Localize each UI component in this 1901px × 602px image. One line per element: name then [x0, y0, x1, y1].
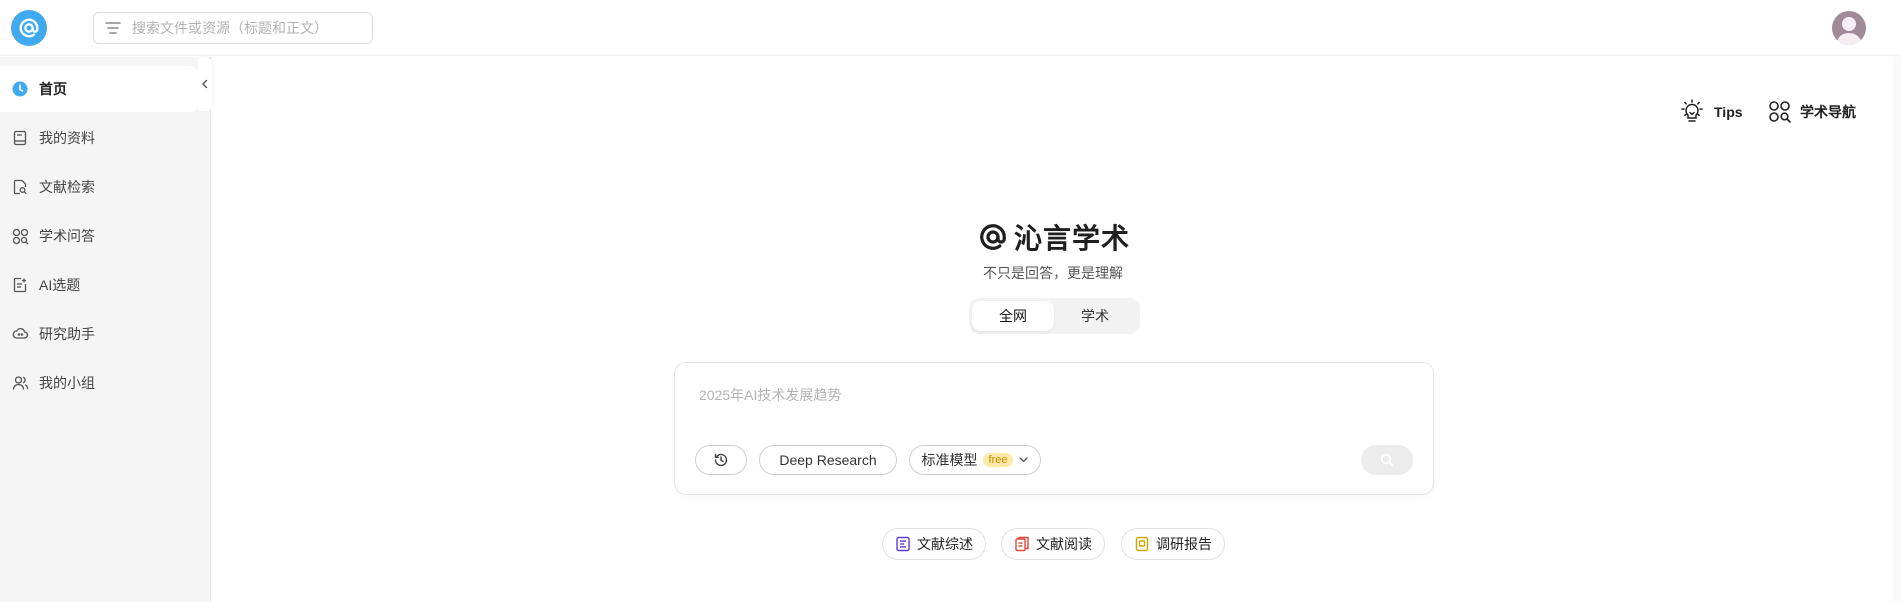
history-button[interactable] — [695, 445, 747, 475]
grid-search-icon — [1768, 100, 1792, 124]
top-bar — [0, 0, 1901, 56]
sidebar-item-label: 我的资料 — [39, 130, 95, 146]
search-input[interactable] — [132, 20, 362, 36]
sidebar-item-research-assistant[interactable]: 研究助手 — [0, 311, 198, 357]
quick-action-label: 文献综述 — [917, 536, 973, 552]
chevron-down-icon — [1019, 457, 1029, 463]
tips-label: Tips — [1714, 104, 1743, 120]
book-icon — [11, 129, 29, 147]
chevron-left-icon — [202, 79, 208, 89]
sidebar-item-label: 首页 — [39, 81, 67, 97]
sidebar-item-literature-search[interactable]: 文献检索 — [0, 164, 198, 210]
tab-web[interactable]: 全网 — [972, 301, 1054, 331]
at-logo-icon — [980, 224, 1006, 250]
quick-action-label: 调研报告 — [1156, 536, 1212, 552]
academic-nav-label: 学术导航 — [1800, 104, 1856, 120]
literature-reading-button[interactable]: 文献阅读 — [1001, 528, 1105, 560]
sidebar-item-my-materials[interactable]: 我的资料 — [0, 115, 198, 161]
home-clock-icon — [11, 80, 29, 98]
tab-academic[interactable]: 学术 — [1054, 301, 1136, 331]
quick-action-label: 文献阅读 — [1036, 536, 1092, 552]
model-label: 标准模型 — [921, 452, 978, 468]
report-icon — [1134, 536, 1150, 552]
academic-nav-button[interactable]: 学术导航 — [1768, 99, 1856, 125]
search-scope-switch: 全网 学术 — [969, 298, 1140, 334]
doc-search-icon — [11, 178, 29, 196]
page-scrollbar[interactable] — [1893, 57, 1901, 602]
free-badge: free — [982, 453, 1014, 467]
tips-button[interactable]: Tips — [1678, 99, 1743, 125]
brand-name: 沁言学术 — [1014, 223, 1131, 254]
deep-research-button[interactable]: Deep Research — [759, 445, 897, 475]
at-logo-icon — [19, 18, 39, 38]
review-icon — [895, 536, 911, 552]
literature-review-button[interactable]: 文献综述 — [882, 528, 986, 560]
query-input[interactable] — [699, 385, 1399, 415]
sidebar-collapse-button[interactable] — [198, 57, 212, 111]
sidebar-item-label: 学术问答 — [39, 228, 95, 244]
sidebar-item-label: 研究助手 — [39, 326, 95, 342]
sidebar: 首页 我的资料 文献检索 学术问答 AI选题 研究助手 我的小组 — [0, 57, 211, 602]
global-search[interactable] — [93, 12, 373, 44]
research-report-button[interactable]: 调研报告 — [1121, 528, 1225, 560]
sidebar-item-academic-qa[interactable]: 学术问答 — [0, 213, 198, 259]
sidebar-item-label: 我的小组 — [39, 375, 95, 391]
app-logo[interactable] — [11, 10, 47, 46]
grid-search-icon — [11, 227, 29, 245]
model-select[interactable]: 标准模型 free — [909, 445, 1041, 475]
user-avatar[interactable] — [1832, 11, 1866, 45]
filter-icon[interactable] — [104, 19, 122, 37]
sidebar-item-my-group[interactable]: 我的小组 — [0, 360, 198, 406]
slogan: 不只是回答，更是理解 — [983, 265, 1123, 281]
query-card: Deep Research 标准模型 free — [674, 362, 1434, 495]
sidebar-item-label: 文献检索 — [39, 179, 95, 195]
reading-icon — [1014, 536, 1030, 552]
sidebar-item-label: AI选题 — [39, 277, 81, 293]
lightbulb-icon — [1678, 98, 1706, 126]
sidebar-item-home[interactable]: 首页 — [0, 66, 198, 112]
group-icon — [11, 374, 29, 392]
doc-edit-icon — [11, 276, 29, 294]
history-icon — [714, 453, 728, 467]
cloud-icon — [11, 325, 29, 343]
avatar-icon — [1836, 17, 1862, 45]
brand: 沁言学术 — [978, 217, 1130, 257]
search-icon — [1380, 453, 1394, 467]
sidebar-item-ai-topic[interactable]: AI选题 — [0, 262, 198, 308]
search-submit-button[interactable] — [1361, 445, 1413, 475]
